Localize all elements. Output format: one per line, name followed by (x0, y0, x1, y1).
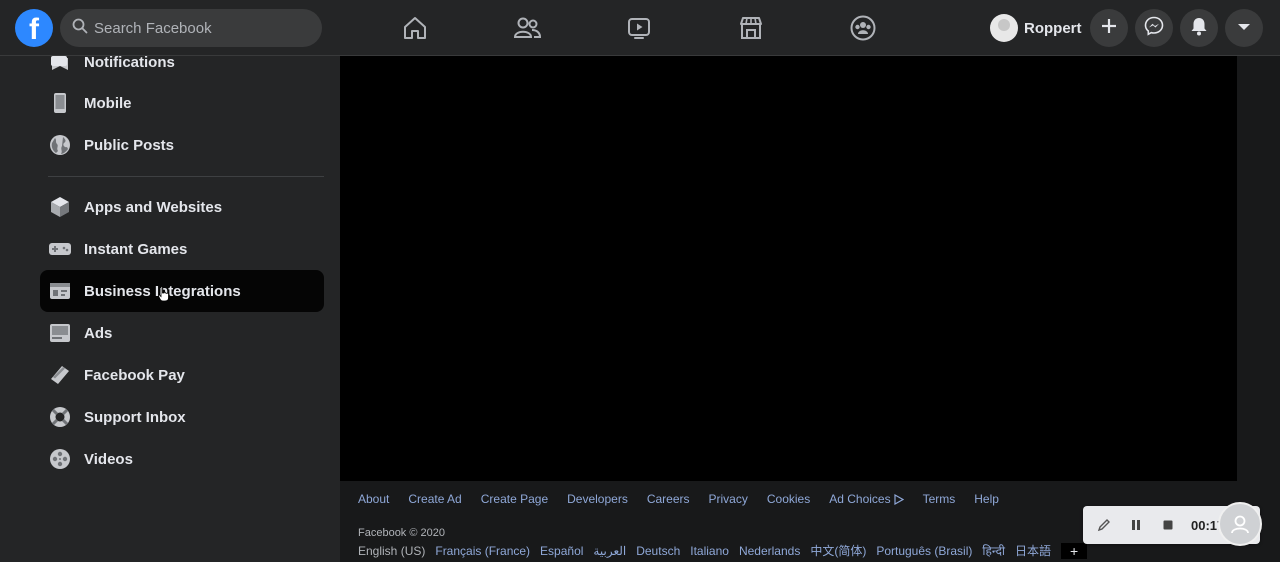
friends-icon[interactable] (509, 10, 545, 46)
pay-icon (48, 363, 72, 387)
footer-link-create-page[interactable]: Create Page (481, 492, 548, 506)
gamepad-icon (48, 237, 72, 261)
language-option[interactable]: 日本語 (1015, 542, 1051, 559)
language-option[interactable]: Français (France) (435, 544, 530, 558)
language-option[interactable]: हिन्दी (982, 542, 1005, 559)
webcam-toggle-icon[interactable] (1218, 502, 1262, 546)
sidebar-item-ads[interactable]: Ads (40, 312, 324, 354)
sidebar-item-public-posts[interactable]: Public Posts (40, 124, 324, 166)
footer-link-privacy[interactable]: Privacy (709, 492, 748, 506)
copyright-text: Facebook © 2020 (358, 527, 445, 539)
pause-icon[interactable] (1125, 514, 1147, 536)
watch-icon[interactable] (621, 10, 657, 46)
sidebar-item-notifications[interactable]: Notifications (40, 41, 324, 83)
home-icon[interactable] (397, 10, 433, 46)
footer-link-developers[interactable]: Developers (567, 492, 628, 506)
sidebar-item-label: Support Inbox (84, 408, 186, 426)
language-option[interactable]: Deutsch (636, 544, 680, 558)
cube-icon (48, 195, 72, 219)
sidebar-item-business-integrations[interactable]: Business Integrations (40, 270, 324, 312)
language-selector: English (US) Français (France) Español ا… (358, 542, 1088, 559)
sidebar-item-instant-games[interactable]: Instant Games (40, 228, 324, 270)
sidebar-divider (48, 176, 324, 177)
messenger-icon (1144, 16, 1164, 41)
sidebar-item-apps-and-websites[interactable]: Apps and Websites (40, 186, 324, 228)
sidebar-item-videos[interactable]: Videos (40, 438, 324, 480)
avatar (990, 14, 1018, 42)
groups-icon[interactable] (845, 10, 881, 46)
sidebar-item-label: Apps and Websites (84, 198, 223, 216)
current-language: English (US) (358, 543, 426, 558)
footer-link-create-ad[interactable]: Create Ad (408, 492, 461, 506)
notifications-button[interactable] (1180, 9, 1218, 47)
marketplace-icon[interactable] (733, 10, 769, 46)
sidebar-item-label: Videos (84, 450, 133, 468)
sidebar-item-label: Instant Games (84, 240, 188, 258)
language-option[interactable]: Nederlands (739, 544, 800, 558)
lifebuoy-icon (48, 405, 72, 429)
business-icon (48, 279, 72, 303)
hand-cursor-icon (158, 286, 169, 302)
more-languages-button[interactable]: + (1061, 542, 1088, 559)
profile-name: Roppert (1024, 19, 1082, 37)
ads-icon (48, 321, 72, 345)
create-button[interactable] (1090, 9, 1128, 47)
footer-link-cookies[interactable]: Cookies (767, 492, 810, 506)
messenger-button[interactable] (1135, 9, 1173, 47)
sidebar-item-label: Public Posts (84, 136, 175, 154)
footer-link-terms[interactable]: Terms (923, 492, 956, 506)
dropdown-arrow-icon (1237, 19, 1251, 37)
ad-choices-icon (893, 493, 904, 505)
globe-icon (48, 133, 72, 157)
search-input[interactable] (94, 19, 294, 37)
stop-icon[interactable] (1157, 514, 1179, 536)
sidebar-item-mobile[interactable]: Mobile (40, 82, 324, 124)
search-icon (72, 18, 88, 39)
notifications-icon (48, 50, 72, 74)
footer-link-about[interactable]: About (358, 492, 389, 506)
language-option[interactable]: Português (Brasil) (876, 544, 972, 558)
plus-icon (1101, 18, 1117, 39)
language-option[interactable]: Italiano (690, 544, 729, 558)
footer-link-ad-choices-label: Ad Choices (829, 492, 891, 506)
footer-link-ad-choices[interactable]: Ad Choices (829, 492, 904, 506)
pencil-icon[interactable] (1093, 514, 1115, 536)
sidebar-item-label: Ads (84, 324, 113, 342)
profile-button[interactable]: Roppert (986, 10, 1090, 46)
sidebar-item-label: Mobile (84, 94, 132, 112)
language-option[interactable]: 中文(简体) (810, 542, 866, 559)
footer-link-help[interactable]: Help (974, 492, 999, 506)
sidebar-item-support-inbox[interactable]: Support Inbox (40, 396, 324, 438)
mobile-icon (48, 91, 72, 115)
language-option[interactable]: Español (540, 544, 583, 558)
sidebar-item-label: Facebook Pay (84, 366, 185, 384)
settings-sidebar: Notifications Mobile Public Posts Apps a… (0, 54, 340, 562)
sidebar-item-facebook-pay[interactable]: Facebook Pay (40, 354, 324, 396)
footer-link-careers[interactable]: Careers (647, 492, 690, 506)
footer-links: About Create Ad Create Page Developers C… (358, 492, 1018, 506)
video-player[interactable] (340, 56, 1237, 481)
notifications-icon (1190, 16, 1208, 41)
sidebar-item-label: Notifications (84, 53, 175, 71)
film-icon (48, 447, 72, 471)
account-menu-button[interactable] (1225, 9, 1263, 47)
language-option[interactable]: العربية (593, 544, 626, 558)
